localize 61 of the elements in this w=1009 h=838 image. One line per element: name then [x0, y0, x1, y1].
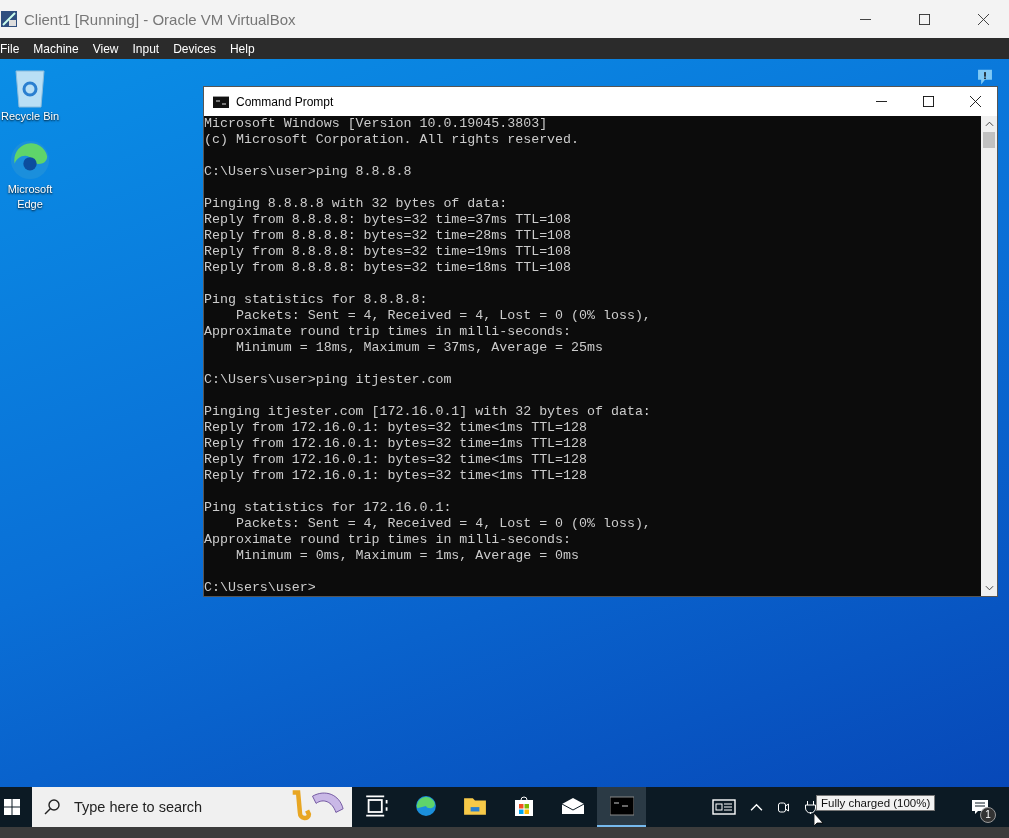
close-icon[interactable]	[978, 13, 989, 25]
notification-count: 1	[980, 807, 996, 823]
window-title: Command Prompt	[236, 94, 335, 109]
maximize-icon[interactable]	[923, 96, 934, 107]
scrollbar[interactable]	[981, 116, 997, 596]
scroll-down-icon[interactable]	[984, 585, 994, 591]
console-line: Packets: Sent = 4, Received = 4, Lost = 0 (0% loss),	[234, 516, 651, 532]
mouse-cursor-icon	[814, 813, 824, 827]
tooltip: Fully charged (100%)	[816, 795, 936, 811]
console-line: Pinging 8.8.8.8 with 32 bytes of data:	[204, 196, 508, 212]
console-line: Approximate round trip times in milli-seconds:	[204, 324, 572, 340]
search-field[interactable]: Type here to search	[72, 798, 276, 816]
console-line: Minimum = 0ms, Maximum = 1ms, Average = 0ms	[234, 548, 580, 564]
news-icon[interactable]	[712, 799, 736, 815]
task-view-icon	[364, 795, 389, 817]
mail-icon	[560, 795, 585, 817]
console-line: Ping statistics for 172.16.0.1:	[204, 500, 452, 516]
console-line: C:\Users\user>ping itjester.com	[204, 372, 452, 388]
search-icon	[44, 799, 60, 815]
console-line: Approximate round trip times in milli-seconds:	[204, 532, 572, 548]
menu-item[interactable]: Devices	[166, 41, 223, 56]
console-line: Pinging itjester.com [172.16.0.1] with 32 bytes of data:	[204, 404, 651, 420]
console-line: C:\Users\user>ping 8.8.8.8	[204, 164, 412, 180]
browser-icon	[413, 795, 438, 817]
virtualbox-icon	[0, 10, 18, 28]
scroll-up-icon[interactable]	[984, 121, 994, 127]
console-line: Reply from 8.8.8.8: bytes=32 time=28ms TTL=108	[204, 228, 572, 244]
console-line: (c) Microsoft Corporation. All rights reserved.	[204, 132, 580, 148]
console-line: Reply from 8.8.8.8: bytes=32 time=37ms TTL=108	[204, 212, 572, 228]
menu-item[interactable]: Input	[125, 41, 167, 56]
desktop-icon-label[interactable]: Microsoft Edge	[0, 182, 60, 212]
start-icon[interactable]	[4, 799, 20, 815]
taskbar-button[interactable]	[597, 787, 646, 827]
console-line: Reply from 172.16.0.1: bytes=32 time<1ms TTL=128	[204, 468, 587, 484]
window-title: Client1 [Running] - Oracle VM VirtualBox	[24, 10, 297, 28]
desktop-icon-label[interactable]: Recycle Bin	[0, 109, 60, 124]
console-line: Microsoft Windows [Version 10.0.19045.3803]	[204, 116, 548, 132]
folder-icon	[462, 795, 487, 817]
console-line: Minimum = 18ms, Maximum = 37ms, Average = 25ms	[234, 340, 603, 356]
console-icon	[213, 95, 229, 108]
camera-icon[interactable]	[777, 800, 790, 814]
console-line: Reply from 8.8.8.8: bytes=32 time=19ms TTL=108	[204, 244, 572, 260]
notification-alert-icon[interactable]	[976, 69, 994, 86]
console-line: Reply from 8.8.8.8: bytes=32 time=18ms TTL=108	[204, 260, 572, 276]
scrollbar-thumb[interactable]	[983, 132, 995, 148]
console-line: Ping statistics for 8.8.8.8:	[204, 292, 428, 308]
search-box[interactable]: Type here to search	[32, 787, 352, 827]
menu-item[interactable]: Help	[222, 41, 262, 56]
console-line: Reply from 172.16.0.1: bytes=32 time<1ms TTL=128	[204, 420, 587, 436]
menu-item[interactable]: File	[0, 41, 27, 56]
menu-item[interactable]: View	[85, 41, 126, 56]
console-icon	[609, 795, 634, 817]
maximize-icon[interactable]	[919, 13, 930, 25]
console-line: Packets: Sent = 4, Received = 4, Lost = 0 (0% loss),	[234, 308, 651, 324]
console-line: Reply from 172.16.0.1: bytes=32 time<1ms TTL=128	[204, 452, 587, 468]
close-icon[interactable]	[970, 96, 981, 107]
browser-icon[interactable]	[9, 138, 51, 182]
console-line: C:\Users\user>	[204, 580, 316, 596]
power-plug-icon[interactable]	[804, 800, 817, 814]
console-line: Reply from 172.16.0.1: bytes=32 time=1ms TTL=128	[204, 436, 587, 452]
menu-item[interactable]: Machine	[26, 41, 86, 56]
